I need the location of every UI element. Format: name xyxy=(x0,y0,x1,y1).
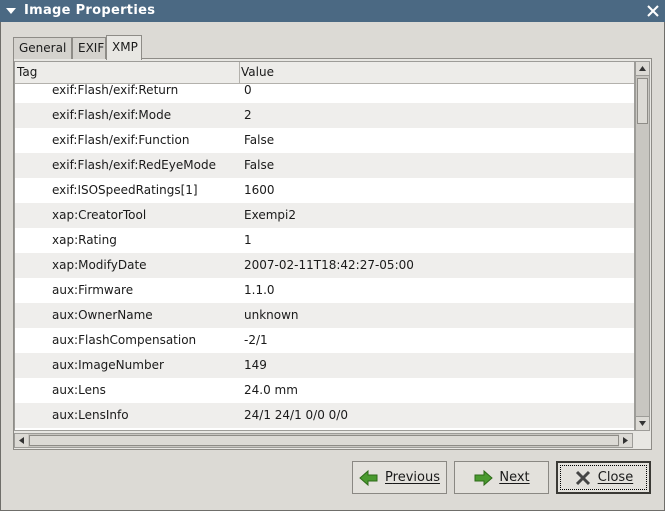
row-tag: xap:Rating xyxy=(52,233,117,247)
tab-label: General xyxy=(19,41,67,55)
row-value: 2 xyxy=(244,108,252,122)
table-row[interactable]: xap:Rating 1 xyxy=(15,228,634,253)
row-value: Exempi2 xyxy=(244,208,296,222)
column-header-value[interactable]: Value xyxy=(241,62,274,83)
arrow-right-icon xyxy=(623,437,628,444)
table-row[interactable]: exif:ISOSpeedRatings[1] 1600 xyxy=(15,178,634,203)
xmp-tree-view[interactable]: exif:Flash/exif:Return 0 exif:Flash/exif:M… xyxy=(14,61,635,431)
vertical-scroll-thumb[interactable] xyxy=(637,78,648,124)
table-row[interactable]: aux:FlashCompensation -2/1 xyxy=(15,328,634,353)
column-header-label: Tag xyxy=(17,65,38,79)
row-value: unknown xyxy=(244,308,299,322)
arrow-down-icon xyxy=(639,421,646,426)
row-value: False xyxy=(244,133,275,147)
table-row[interactable]: exif:Flash/exif:Function False xyxy=(15,128,634,153)
horizontal-scrollbar[interactable] xyxy=(14,433,633,448)
scroll-left-arrow[interactable] xyxy=(15,434,28,447)
table-row[interactable]: aux:LensInfo 24/1 24/1 0/0 0/0 xyxy=(15,403,634,428)
arrow-right-icon xyxy=(474,469,494,486)
table-header: Tag Value xyxy=(15,62,634,84)
scroll-down-arrow[interactable] xyxy=(636,416,649,430)
table-row[interactable]: aux:OwnerName unknown xyxy=(15,303,634,328)
row-tag: aux:Firmware xyxy=(52,283,134,297)
next-button-label: Next xyxy=(499,470,530,485)
previous-button-label: Previous xyxy=(385,470,440,485)
row-value: 2007-02-11T18:42:27-05:00 xyxy=(244,258,414,272)
title-bar[interactable]: Image Properties xyxy=(0,0,665,22)
tab-label: XMP xyxy=(112,40,138,54)
previous-button[interactable]: Previous xyxy=(352,461,447,494)
arrow-left-icon xyxy=(19,437,24,444)
tab-xmp[interactable]: XMP xyxy=(106,35,142,60)
scroll-up-arrow[interactable] xyxy=(636,62,649,76)
row-value: 24/1 24/1 0/0 0/0 xyxy=(244,408,348,422)
row-tag: exif:ISOSpeedRatings[1] xyxy=(52,183,198,197)
row-tag: aux:LensInfo xyxy=(52,408,129,422)
row-value: 24.0 mm xyxy=(244,383,298,397)
row-tag: aux:OwnerName xyxy=(52,308,153,322)
column-header-tag[interactable]: Tag xyxy=(17,62,240,83)
close-icon xyxy=(575,470,590,485)
scroll-right-arrow[interactable] xyxy=(619,434,632,447)
row-tag: aux:Lens xyxy=(52,383,106,397)
table-row[interactable]: exif:Flash/exif:RedEyeMode False xyxy=(15,153,634,178)
row-value: 1600 xyxy=(244,183,275,197)
row-tag: aux:ImageNumber xyxy=(52,358,164,372)
arrow-up-icon xyxy=(639,66,646,71)
window-title: Image Properties xyxy=(24,3,156,18)
table-row[interactable]: exif:Flash/exif:Mode 2 xyxy=(15,103,634,128)
row-value: False xyxy=(244,158,275,172)
row-value: 1 xyxy=(244,233,252,247)
close-button-label: Close xyxy=(597,470,634,485)
row-tag: xap:ModifyDate xyxy=(52,258,147,272)
table-row[interactable]: aux:Lens 24.0 mm xyxy=(15,378,634,403)
table-row[interactable]: aux:ImageNumber 149 xyxy=(15,353,634,378)
table-row[interactable]: xap:CreatorTool Exempi2 xyxy=(15,203,634,228)
next-button[interactable]: Next xyxy=(454,461,549,494)
tab-label: EXIF xyxy=(78,41,105,55)
tab-general[interactable]: General xyxy=(13,37,72,59)
column-header-label: Value xyxy=(241,65,274,79)
tab-exif[interactable]: EXIF xyxy=(72,37,106,59)
vertical-scrollbar[interactable] xyxy=(635,61,650,431)
row-tag: aux:FlashCompensation xyxy=(52,333,197,347)
window-menu-icon[interactable] xyxy=(4,4,18,18)
row-value: -2/1 xyxy=(244,333,268,347)
close-button[interactable]: Close xyxy=(556,461,651,494)
row-value: 149 xyxy=(244,358,267,372)
row-tag: exif:Flash/exif:Function xyxy=(52,133,190,147)
arrow-left-icon xyxy=(359,469,378,486)
table-rows: exif:Flash/exif:Return 0 exif:Flash/exif:M… xyxy=(15,78,634,428)
table-row[interactable]: aux:Firmware 1.1.0 xyxy=(15,278,634,303)
horizontal-scroll-thumb[interactable] xyxy=(29,435,619,446)
row-tag: exif:Flash/exif:RedEyeMode xyxy=(52,158,216,172)
row-tag: xap:CreatorTool xyxy=(52,208,147,222)
row-value: 1.1.0 xyxy=(244,283,275,297)
table-row[interactable]: xap:ModifyDate 2007-02-11T18:42:27-05:00 xyxy=(15,253,634,278)
row-tag: exif:Flash/exif:Mode xyxy=(52,108,172,122)
close-icon[interactable] xyxy=(645,3,661,19)
